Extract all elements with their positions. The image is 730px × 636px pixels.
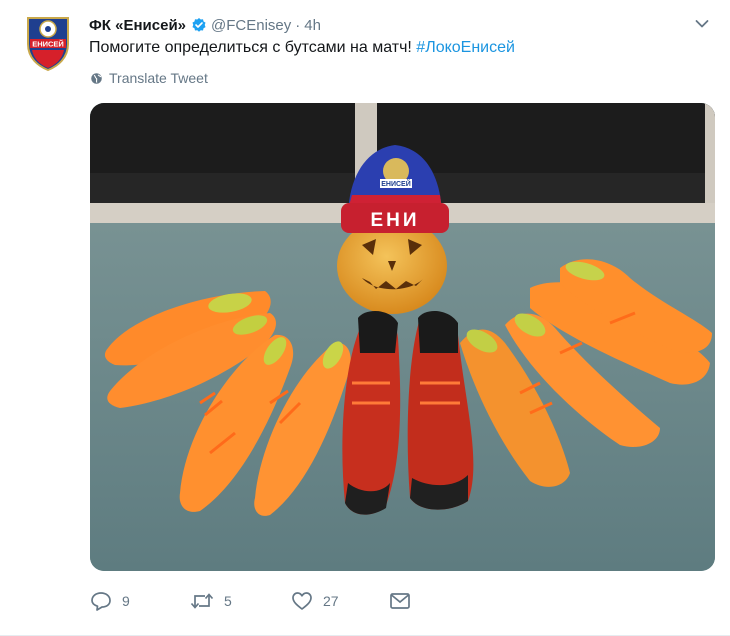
display-name[interactable]: ФК «Енисей» <box>89 17 186 34</box>
hat-badge-text: ЕНИСЕЙ <box>381 179 411 188</box>
tweet-photo[interactable]: ЕНИ ЕНИСЕЙ <box>90 103 715 571</box>
tweet-text: Помогите определиться с бутсами на матч!… <box>89 38 515 58</box>
photo-illustration: ЕНИ ЕНИСЕЙ <box>90 103 715 571</box>
like-count: 27 <box>323 593 339 609</box>
reply-icon <box>91 592 111 611</box>
chevron-down-icon[interactable] <box>694 16 710 32</box>
like-button[interactable]: 27 <box>291 591 389 611</box>
separator-dot: · <box>295 16 301 34</box>
retweet-icon <box>190 593 214 609</box>
globe-icon <box>91 72 102 84</box>
translate-tweet-link[interactable]: Translate Tweet <box>90 70 208 86</box>
retweet-button[interactable]: 5 <box>190 592 291 610</box>
retweet-count: 5 <box>224 593 232 609</box>
reply-count: 9 <box>122 593 130 609</box>
translate-label: Translate Tweet <box>109 70 208 86</box>
hashtag-link[interactable]: #ЛокоЕнисей <box>416 39 515 56</box>
avatar-text: ЕНИСЕЙ <box>32 40 64 49</box>
avatar[interactable]: ЕНИСЕЙ <box>24 14 72 72</box>
envelope-icon <box>390 593 410 609</box>
heart-icon <box>292 592 312 610</box>
tweet-header: ФК «Енисей» @FCEnisey · 4h <box>89 14 710 36</box>
tweet-actions: 9 5 27 <box>90 590 421 612</box>
hat-text: ЕНИ <box>370 210 419 231</box>
direct-message-button[interactable] <box>389 592 421 610</box>
timestamp[interactable]: 4h <box>304 17 321 34</box>
handle[interactable]: @FCEnisey <box>211 17 291 34</box>
tweet-body: Помогите определиться с бутсами на матч! <box>89 39 417 56</box>
reply-button[interactable]: 9 <box>90 591 190 611</box>
tweet[interactable]: ЕНИСЕЙ ФК «Енисей» @FCEnisey · 4h Помоги… <box>0 0 730 636</box>
verified-badge-icon <box>192 18 206 32</box>
